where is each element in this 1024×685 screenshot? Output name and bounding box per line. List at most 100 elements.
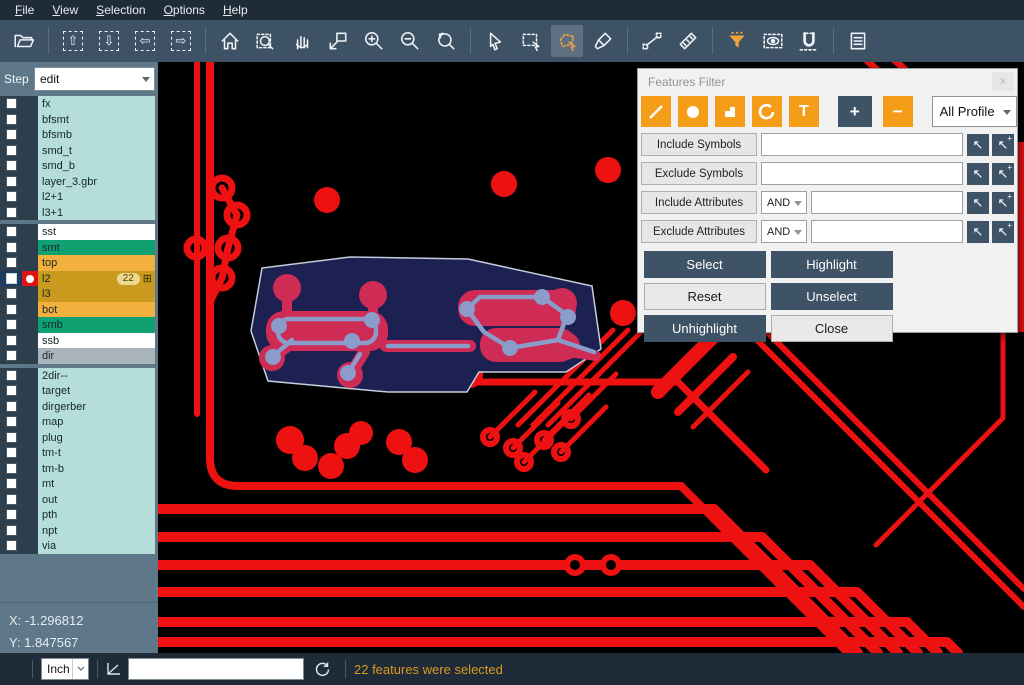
feature-type-arc-button[interactable] xyxy=(752,96,782,127)
layer-indicator-slot[interactable] xyxy=(22,255,38,271)
measure-ruler-icon[interactable] xyxy=(672,25,704,57)
feature-type-surface-button[interactable] xyxy=(715,96,745,127)
layer-visibility-checkbox[interactable] xyxy=(0,143,22,159)
filter-value-input[interactable] xyxy=(811,220,963,243)
snap-angle-icon[interactable] xyxy=(106,662,122,676)
layer-name[interactable]: sst xyxy=(38,224,155,240)
refresh-icon[interactable] xyxy=(314,661,331,678)
layer-name[interactable]: l2+1 xyxy=(38,189,155,205)
exclude-symbols-button[interactable]: Exclude Symbols xyxy=(641,162,757,185)
layer-row-smt[interactable]: smt xyxy=(0,240,158,256)
command-input[interactable] xyxy=(128,658,304,680)
layer-name[interactable]: 2dir-- xyxy=(38,368,155,384)
layer-visibility-checkbox[interactable] xyxy=(0,430,22,446)
and-or-select[interactable]: AND xyxy=(761,220,807,243)
layer-name[interactable]: smd_t xyxy=(38,143,155,159)
layer-indicator-slot[interactable] xyxy=(22,414,38,430)
layer-name[interactable]: l3+1 xyxy=(38,205,155,221)
pick-add-button[interactable]: ↖+ xyxy=(992,221,1014,243)
layer-name[interactable]: l3 xyxy=(38,286,155,302)
home-icon[interactable] xyxy=(214,25,246,57)
unit-select[interactable]: Inch xyxy=(41,658,89,680)
layer-visibility-checkbox[interactable] xyxy=(0,174,22,190)
layer-name[interactable]: l222⊞ xyxy=(38,271,155,287)
pan-right-icon[interactable]: ⇨ xyxy=(165,25,197,57)
layer-visibility-checkbox[interactable] xyxy=(0,476,22,492)
layer-visibility-checkbox[interactable] xyxy=(0,255,22,271)
grid-icon[interactable]: ⊞ xyxy=(143,272,152,285)
layer-form-icon[interactable] xyxy=(842,25,874,57)
zoom-in-icon[interactable] xyxy=(358,25,390,57)
filter-value-input[interactable] xyxy=(761,162,963,185)
layer-visibility-checkbox[interactable] xyxy=(0,189,22,205)
layer-visibility-checkbox[interactable] xyxy=(0,348,22,364)
layer-name[interactable]: pth xyxy=(38,507,155,523)
layer-indicator-slot[interactable] xyxy=(22,507,38,523)
layer-indicator-slot[interactable] xyxy=(22,302,38,318)
layer-indicator-slot[interactable] xyxy=(22,112,38,128)
layer-row-tm-b[interactable]: tm-b xyxy=(0,461,158,477)
menu-item-file[interactable]: File xyxy=(6,1,43,19)
layer-indicator-slot[interactable] xyxy=(22,189,38,205)
profile-select[interactable]: All Profile xyxy=(932,96,1017,127)
layer-visibility-checkbox[interactable] xyxy=(0,240,22,256)
layer-indicator-slot[interactable] xyxy=(22,461,38,477)
layer-row-map[interactable]: map xyxy=(0,414,158,430)
layer-name[interactable]: map xyxy=(38,414,155,430)
layer-name[interactable]: smt xyxy=(38,240,155,256)
layer-visibility-checkbox[interactable] xyxy=(0,538,22,554)
layer-visibility-checkbox[interactable] xyxy=(0,383,22,399)
layer-row-sst[interactable]: sst xyxy=(0,224,158,240)
layer-visibility-checkbox[interactable] xyxy=(0,127,22,143)
reset-button[interactable]: Reset xyxy=(644,283,766,310)
unselect-button[interactable]: Unselect xyxy=(771,283,893,310)
layer-visibility-checkbox[interactable] xyxy=(0,286,22,302)
layer-indicator-slot[interactable] xyxy=(22,240,38,256)
layer-indicator-slot[interactable] xyxy=(22,523,38,539)
layer-visibility-checkbox[interactable] xyxy=(0,414,22,430)
layer-row-dir[interactable]: dir xyxy=(0,348,158,364)
layer-row-ssb[interactable]: ssb xyxy=(0,333,158,349)
pick-add-button[interactable]: ↖+ xyxy=(992,192,1014,214)
feature-type-text-button[interactable]: T xyxy=(789,96,819,127)
snap-icon[interactable] xyxy=(793,25,825,57)
zoom-window-icon[interactable] xyxy=(250,25,282,57)
filter-value-input[interactable] xyxy=(761,133,963,156)
menu-item-view[interactable]: View xyxy=(43,1,87,19)
include-attributes-button[interactable]: Include Attributes xyxy=(641,191,757,214)
layer-name[interactable]: bfsmt xyxy=(38,112,155,128)
pick-from-canvas-button[interactable]: ↖ xyxy=(967,134,989,156)
layer-visibility-checkbox[interactable] xyxy=(0,302,22,318)
layer-row-l2+1[interactable]: l2+1 xyxy=(0,189,158,205)
layer-visibility-checkbox[interactable] xyxy=(0,333,22,349)
layer-row-l3+1[interactable]: l3+1 xyxy=(0,205,158,221)
layer-name[interactable]: mt xyxy=(38,476,155,492)
step-select[interactable]: edit xyxy=(34,67,155,91)
layer-visibility-checkbox[interactable] xyxy=(0,224,22,240)
open-icon[interactable] xyxy=(8,25,40,57)
layer-name[interactable]: tm-b xyxy=(38,461,155,477)
layer-indicator-slot[interactable] xyxy=(22,286,38,302)
layer-indicator-slot[interactable] xyxy=(22,224,38,240)
layer-name[interactable]: smb xyxy=(38,317,155,333)
select-pointer-icon[interactable] xyxy=(479,25,511,57)
layer-row-2dir--[interactable]: 2dir-- xyxy=(0,368,158,384)
layer-row-l2[interactable]: l222⊞ xyxy=(0,271,158,287)
layer-visibility-checkbox[interactable] xyxy=(0,112,22,128)
add-filter-button[interactable]: + xyxy=(838,96,872,127)
select-polygon-icon[interactable] xyxy=(551,25,583,57)
layer-name[interactable]: target xyxy=(38,383,155,399)
layer-name[interactable]: dirgerber xyxy=(38,399,155,415)
layer-name[interactable]: dir xyxy=(38,348,155,364)
layer-visibility-checkbox[interactable] xyxy=(0,507,22,523)
layer-row-via[interactable]: via xyxy=(0,538,158,554)
layer-visibility-checkbox[interactable] xyxy=(0,461,22,477)
unhighlight-button[interactable]: Unhighlight xyxy=(644,315,766,342)
pick-add-button[interactable]: ↖+ xyxy=(992,163,1014,185)
layer-indicator-slot[interactable] xyxy=(22,205,38,221)
layer-row-plug[interactable]: plug xyxy=(0,430,158,446)
pick-add-button[interactable]: ↖+ xyxy=(992,134,1014,156)
pan-up-icon[interactable]: ⇧ xyxy=(57,25,89,57)
layer-row-layer_3.gbr[interactable]: layer_3.gbr xyxy=(0,174,158,190)
layer-visibility-checkbox[interactable] xyxy=(0,445,22,461)
